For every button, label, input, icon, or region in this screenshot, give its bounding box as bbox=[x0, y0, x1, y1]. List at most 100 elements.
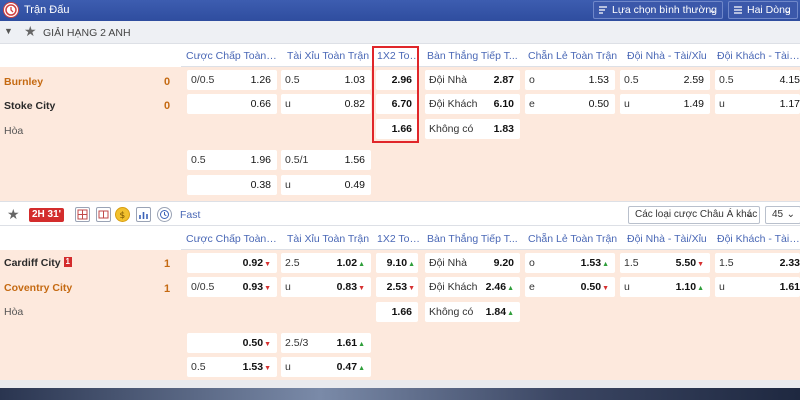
odds-cell[interactable]: 1.66 bbox=[376, 302, 418, 322]
col-handicap[interactable]: Cược Chấp Toàn T... bbox=[186, 50, 278, 62]
horizontal-scrollbar[interactable] bbox=[0, 380, 800, 388]
odds-value: 1.53 bbox=[588, 74, 609, 86]
match2-markets: 0.92▼ 0/0.5 0.93▼ 2.5 1.02 ▲ u 0.83▼ 9.10▲ 2… bbox=[181, 250, 800, 380]
odds-cell[interactable]: 2.5 1.02▲ bbox=[281, 253, 371, 273]
col-away-ou[interactable]: Đội Khách - Tài/Xỉu bbox=[717, 233, 800, 245]
odds-cell[interactable]: u 0.49 bbox=[281, 175, 371, 195]
col-home-ou[interactable]: Đội Nhà - Tài/Xỉu bbox=[627, 50, 719, 62]
home-score: 0 bbox=[164, 76, 171, 88]
odds-cell[interactable]: 0.5 1.96 bbox=[187, 150, 277, 170]
odds-value: 0.49 bbox=[344, 179, 365, 191]
odds-cell[interactable]: 0.5/1 1.56 bbox=[281, 150, 371, 170]
home-team[interactable]: Cardiff City 1 bbox=[4, 257, 72, 269]
ou-line: u bbox=[719, 98, 725, 110]
odds-value: 1.96 bbox=[250, 154, 271, 166]
sort-dropdown[interactable]: Lựa chọn bình thường ⌄ bbox=[593, 1, 723, 19]
odds-cell[interactable]: 0.5 1.53▼ bbox=[187, 357, 277, 377]
col-home-ou[interactable]: Đội Nhà - Tài/Xỉu bbox=[627, 233, 719, 245]
odds-cell[interactable]: 0/0.5 1.26 bbox=[187, 70, 277, 90]
odds-cell[interactable]: Đội Nhà 2.87 bbox=[425, 70, 520, 90]
col-odd-even[interactable]: Chẵn Lẻ Toàn Trận bbox=[528, 50, 620, 62]
odds-cell[interactable]: u 1.10▲ bbox=[620, 277, 710, 297]
col-next-goal[interactable]: Bàn Thắng Tiếp T... bbox=[427, 233, 519, 245]
arrow-down-icon: ▼ bbox=[264, 365, 271, 372]
odds-cell[interactable]: 0.5 2.59 bbox=[620, 70, 710, 90]
collapse-icon[interactable]: ▼ bbox=[4, 26, 13, 36]
handicap-line: 0/0.5 bbox=[191, 74, 215, 86]
away-team[interactable]: Stoke City bbox=[4, 100, 55, 112]
odds-cell[interactable]: 1.5 5.50▼ bbox=[620, 253, 710, 273]
odds-cell[interactable]: u 1.61 bbox=[715, 277, 800, 297]
lines-dropdown[interactable]: Hai Dòng ⌄ bbox=[728, 1, 798, 19]
odds-cell[interactable]: Đội Nhà 9.20 bbox=[425, 253, 520, 273]
home-team-name: Cardiff City bbox=[4, 257, 61, 269]
odds-cell[interactable]: e 0.50 bbox=[525, 94, 615, 114]
history-icon[interactable] bbox=[157, 207, 172, 222]
odds-cell[interactable]: Không có 1.83 bbox=[425, 119, 520, 139]
star-icon[interactable]: ★ bbox=[24, 23, 37, 40]
odds-cell[interactable]: 0.92▼ bbox=[187, 253, 277, 273]
odds-cell[interactable]: o 1.53▲ bbox=[525, 253, 615, 273]
chart-icon[interactable] bbox=[136, 207, 151, 222]
odds-cell[interactable]: 0/0.5 0.93▼ bbox=[187, 277, 277, 297]
arrow-up-icon: ▲ bbox=[358, 365, 365, 372]
odds-value: 5.50▼ bbox=[676, 257, 704, 269]
odds-cell[interactable]: 2.53▼ bbox=[376, 277, 418, 297]
odds-cell[interactable]: u 0.82 bbox=[281, 94, 371, 114]
draw-label: Hòa bbox=[4, 306, 24, 318]
odds-cell[interactable]: u 1.49 bbox=[620, 94, 710, 114]
odds-cell[interactable]: 1.5 2.33 bbox=[715, 253, 800, 273]
odds-number: 1.61 bbox=[336, 337, 358, 349]
odds-value: 0.92▼ bbox=[243, 257, 271, 269]
odds-cell[interactable]: u 0.47▲ bbox=[281, 357, 371, 377]
away-team[interactable]: Coventry City bbox=[4, 282, 72, 294]
col-away-ou[interactable]: Đội Khách - Tài/Xỉu bbox=[717, 50, 800, 62]
outcome-label: o bbox=[529, 74, 535, 86]
outcome-label: Đội Khách bbox=[429, 98, 478, 110]
col-next-goal[interactable]: Bàn Thắng Tiếp T... bbox=[427, 50, 519, 62]
home-team[interactable]: Burnley bbox=[4, 76, 43, 88]
odds-cell[interactable]: Đội Khách 2.46▲ bbox=[425, 277, 520, 297]
league-header[interactable]: ▼ ★ GIẢI HẠNG 2 ANH bbox=[0, 21, 800, 44]
col-1x2[interactable]: 1X2 Toà... bbox=[377, 233, 423, 245]
odds-cell[interactable]: 9.10▲ bbox=[376, 253, 418, 273]
odds-cell[interactable]: 0.38 bbox=[187, 175, 277, 195]
odds-cell[interactable]: u 0.83▼ bbox=[281, 277, 371, 297]
odds-value: 4.15 bbox=[779, 74, 800, 86]
star-icon[interactable]: ★ bbox=[7, 206, 20, 223]
red-card-badge: 1 bbox=[63, 257, 72, 267]
odds-value: 0.38 bbox=[250, 179, 271, 191]
odds-cell[interactable]: Đội Khách 6.10 bbox=[425, 94, 520, 114]
odds-number: 1.10 bbox=[675, 281, 697, 293]
col-over-under[interactable]: Tài Xỉu Toàn Trận bbox=[287, 50, 379, 62]
ou-line: u bbox=[285, 98, 291, 110]
col-odd-even[interactable]: Chẵn Lẻ Toàn Trận bbox=[528, 233, 620, 245]
odds-cell[interactable]: o 1.53 bbox=[525, 70, 615, 90]
odds-value: 2.87 bbox=[493, 74, 514, 86]
odds-cell[interactable]: u 1.17 bbox=[715, 94, 800, 114]
bet-type-select[interactable]: Các loại cược Châu Á khác ⌄ bbox=[628, 206, 760, 224]
stats-grid-icon[interactable] bbox=[75, 207, 90, 222]
odds-cell[interactable]: Không có 1.84▲ bbox=[425, 302, 520, 322]
odds-value: 0.66 bbox=[250, 98, 271, 110]
odds-cell[interactable]: 0.5 1.03 bbox=[281, 70, 371, 90]
odds-number: 1.02 bbox=[336, 257, 358, 269]
col-handicap[interactable]: Cược Chấp Toàn T... bbox=[186, 233, 278, 245]
match2-teams: Cardiff City 1 1 Coventry City 1 Hòa bbox=[0, 250, 181, 380]
field-icon[interactable] bbox=[96, 207, 111, 222]
odds-cell[interactable]: 0.50▼ bbox=[187, 333, 277, 353]
ou-line: 2.5 bbox=[285, 257, 300, 269]
outcome-label: o bbox=[529, 257, 535, 269]
odds-cell[interactable]: 0.66 bbox=[187, 94, 277, 114]
arrow-down-icon: ▼ bbox=[602, 285, 609, 292]
odds-number: 0.83 bbox=[336, 281, 358, 293]
odds-cell[interactable]: 0.5 4.15 bbox=[715, 70, 800, 90]
fast-link[interactable]: Fast bbox=[180, 209, 200, 221]
col-over-under[interactable]: Tài Xỉu Toàn Trận bbox=[287, 233, 379, 245]
odds-value: 0.50▼ bbox=[581, 281, 609, 293]
odds-cell[interactable]: e 0.50▼ bbox=[525, 277, 615, 297]
away-score: 1 bbox=[164, 283, 171, 295]
odds-cell[interactable]: 2.5/3 1.61▲ bbox=[281, 333, 371, 353]
count-select[interactable]: 45 ⌄ bbox=[765, 206, 800, 224]
cashout-icon[interactable]: $ bbox=[115, 207, 130, 222]
